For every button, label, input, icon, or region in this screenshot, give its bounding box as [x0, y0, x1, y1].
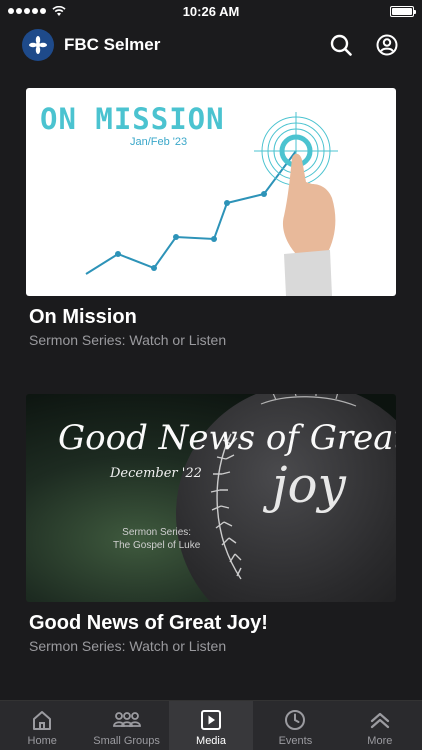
app-title: FBC Selmer [64, 35, 161, 54]
search-icon [330, 34, 352, 56]
battery-icon [390, 5, 416, 17]
clock-icon [285, 710, 306, 730]
tab-label: Media [196, 735, 226, 747]
chevron-up-icon [370, 712, 389, 729]
tab-label: Small Groups [93, 735, 160, 747]
signal-icon [8, 5, 66, 17]
card-title: On Mission [29, 306, 137, 328]
media-card[interactable]: Good News of Great December '22 joy Serm… [26, 394, 396, 654]
artwork-series-line2: The Gospel of Luke [113, 540, 201, 551]
home-icon [33, 711, 52, 730]
growth-line-graphic [85, 112, 338, 296]
card-subtitle: Sermon Series: Watch or Listen [29, 638, 227, 654]
tab-label: More [367, 735, 393, 747]
artwork-series: Sermon Series: The Gospel of Luke [113, 526, 200, 552]
flower-icon [29, 36, 47, 54]
series-artwork-on-mission[interactable]: ON MISSION Jan/Feb '23 [26, 88, 396, 296]
status-bar: 10:26 AM [0, 0, 422, 22]
media-card[interactable]: ON MISSION Jan/Feb '23 On Mission Sermon… [26, 88, 396, 348]
church-logo[interactable] [22, 29, 54, 61]
artwork-joy: joy [272, 456, 346, 514]
profile-button[interactable] [374, 32, 400, 58]
artwork-title: Good News of Great [58, 418, 396, 458]
artwork-series-line1: Sermon Series: [122, 527, 192, 538]
series-artwork-good-news[interactable]: Good News of Great December '22 joy Serm… [26, 394, 396, 602]
tab-small-groups[interactable]: Small Groups [84, 701, 168, 750]
app-header: FBC Selmer [0, 22, 422, 68]
card-title: Good News of Great Joy! [29, 612, 268, 634]
play-icon [201, 710, 222, 730]
media-feed: ON MISSION Jan/Feb '23 On Mission Sermon… [26, 88, 396, 712]
tab-media[interactable]: Media [168, 701, 254, 750]
search-button[interactable] [328, 32, 354, 58]
tab-label: Home [27, 735, 57, 747]
account-icon [376, 34, 398, 56]
card-subtitle: Sermon Series: Watch or Listen [29, 332, 227, 348]
tab-home[interactable]: Home [0, 701, 84, 750]
tab-bar: Home Small Groups Media Events More [0, 700, 422, 750]
tab-more[interactable]: More [338, 701, 422, 750]
group-icon [112, 712, 141, 727]
tab-label: Events [278, 735, 313, 747]
tab-events[interactable]: Events [253, 701, 337, 750]
artwork-date: December '22 [110, 466, 202, 481]
